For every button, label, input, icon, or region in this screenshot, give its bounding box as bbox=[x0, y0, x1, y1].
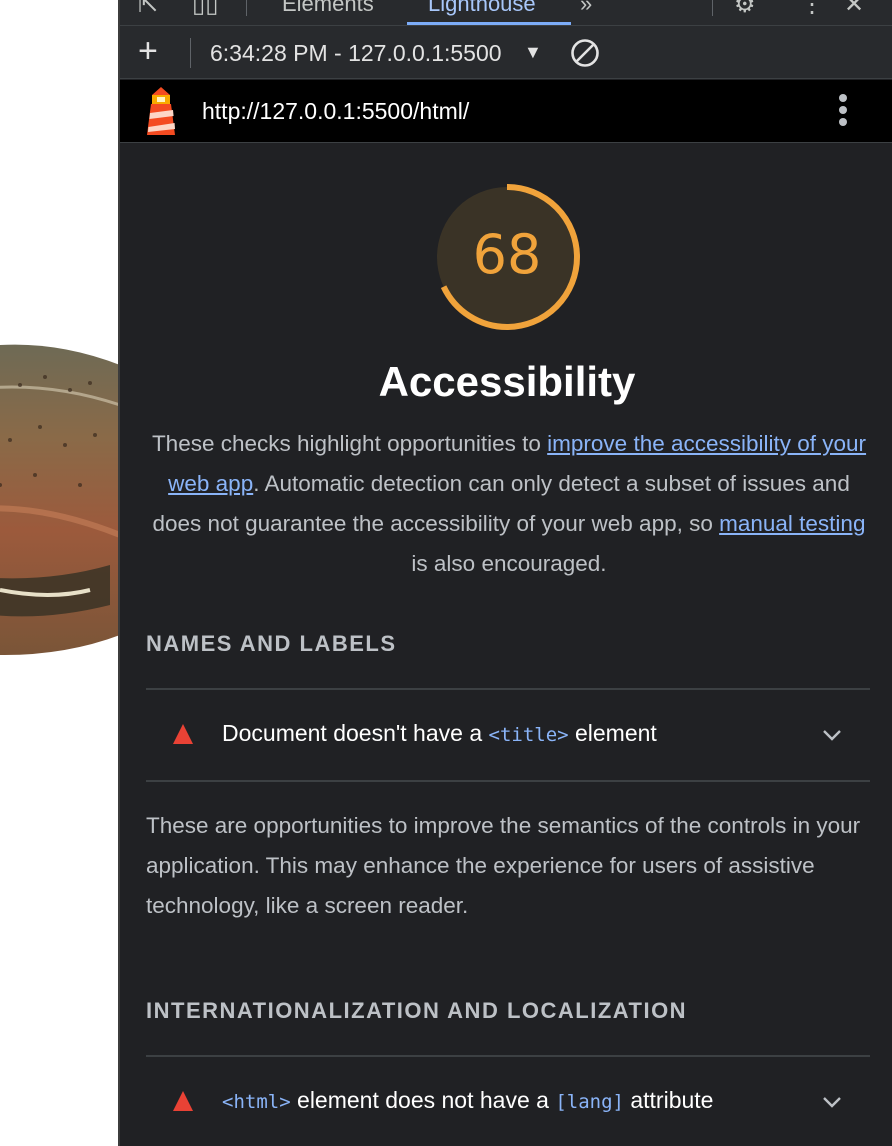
report-menu-icon[interactable] bbox=[836, 94, 850, 130]
group-description: These are opportunities to improve the s… bbox=[146, 813, 861, 918]
new-report-button[interactable]: + bbox=[138, 34, 158, 68]
customize-menu-icon[interactable]: ⋮ bbox=[800, 0, 824, 18]
inspect-element-icon[interactable]: ⇱ bbox=[138, 0, 158, 18]
group-title-i18n: INTERNATIONALIZATION AND LOCALIZATION bbox=[146, 998, 688, 1023]
group-title-names-labels: NAMES AND LABELS bbox=[146, 631, 397, 656]
audit-title: <html> element does not have a [lang] at… bbox=[222, 1087, 714, 1113]
active-tab-indicator bbox=[407, 22, 571, 25]
toolbar-divider bbox=[190, 38, 191, 68]
settings-gear-icon[interactable]: ⚙ bbox=[734, 0, 756, 18]
devtools-tab-bar: ⇱ ▯▯ Elements Lighthouse » ⚙ ⋮ ✕ bbox=[120, 0, 892, 26]
tab-separator bbox=[246, 0, 247, 16]
lighthouse-logo-icon bbox=[147, 87, 175, 135]
inspected-page bbox=[0, 0, 120, 1146]
fail-triangle-icon bbox=[173, 1091, 193, 1111]
audit-title: Document doesn't have a <title> element bbox=[222, 720, 657, 746]
devtools-panel: ⇱ ▯▯ Elements Lighthouse » ⚙ ⋮ ✕ + 6:34:… bbox=[118, 0, 892, 1146]
more-tabs-icon[interactable]: » bbox=[580, 0, 592, 17]
tab-lighthouse[interactable]: Lighthouse bbox=[428, 0, 536, 17]
device-toolbar-icon[interactable]: ▯▯ bbox=[192, 0, 218, 18]
close-devtools-icon[interactable]: ✕ bbox=[844, 0, 864, 18]
manual-testing-link[interactable]: manual testing bbox=[719, 511, 865, 536]
fish-illustration bbox=[0, 344, 120, 655]
report-url: http://127.0.0.1:5500/html/ bbox=[202, 98, 470, 124]
category-title: Accessibility bbox=[378, 358, 636, 405]
chevron-down-icon[interactable] bbox=[822, 728, 842, 742]
score-value: 68 bbox=[472, 223, 542, 286]
report-selector[interactable]: 6:34:28 PM - 127.0.0.1:5500 bbox=[210, 39, 502, 67]
category-description: These checks highlight opportunities to … bbox=[151, 431, 867, 576]
chevron-down-icon[interactable]: ▼ bbox=[524, 39, 542, 65]
tab-separator bbox=[712, 0, 713, 16]
chevron-down-icon[interactable] bbox=[822, 1095, 842, 1109]
clear-all-icon[interactable] bbox=[570, 38, 600, 68]
report-content: 68 Accessibility These checks highlight … bbox=[120, 144, 892, 1146]
fail-triangle-icon bbox=[173, 724, 193, 744]
tab-elements[interactable]: Elements bbox=[282, 0, 374, 17]
lighthouse-toolbar: + 6:34:28 PM - 127.0.0.1:5500 ▼ bbox=[120, 26, 892, 79]
audit-html-lang[interactable]: <html> element does not have a [lang] at… bbox=[120, 1057, 844, 1146]
divider bbox=[146, 780, 870, 782]
report-url-bar: http://127.0.0.1:5500/html/ bbox=[120, 80, 892, 143]
audit-document-title[interactable]: Document doesn't have a <title> element bbox=[120, 690, 844, 782]
